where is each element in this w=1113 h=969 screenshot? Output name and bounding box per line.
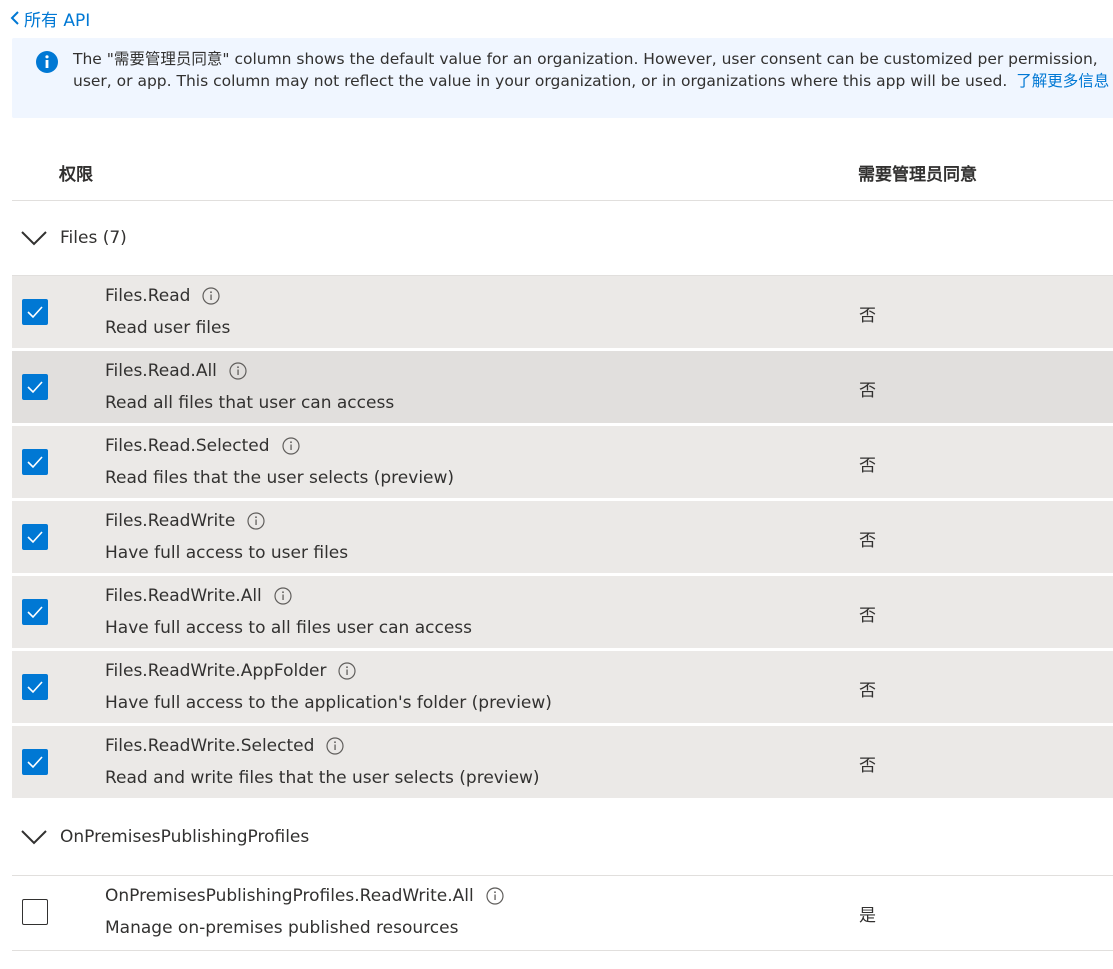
group-title: OnPremisesPublishingProfiles [60, 827, 310, 847]
row-separator [12, 648, 1113, 650]
chevron-left-icon [10, 10, 20, 26]
api-permissions-page: 所有 API The "需要管理员同意" column shows the de… [0, 0, 1113, 969]
permission-description: Have full access to the application's fo… [105, 693, 552, 713]
permission-name: Files.Read.Selected [105, 436, 270, 456]
permission-row-files-readwrite-appfolder[interactable]: Files.ReadWrite.AppFolder Have full acce… [12, 651, 1113, 723]
permission-description: Read files that the user selects (previe… [105, 468, 455, 488]
permission-row-files-readwrite[interactable]: Files.ReadWrite Have full access to user… [12, 501, 1113, 573]
group-header-onpremises[interactable]: OnPremisesPublishingProfiles [12, 800, 1113, 874]
info-circle-icon[interactable] [202, 287, 221, 305]
admin-consent-value: 否 [859, 456, 876, 476]
permission-row-files-read-selected[interactable]: Files.Read.Selected Read files that the … [12, 426, 1113, 498]
permission-checkbox[interactable] [22, 674, 48, 700]
admin-consent-value: 否 [859, 606, 876, 626]
info-circle-icon[interactable] [274, 587, 292, 605]
chevron-down-icon [21, 829, 47, 849]
permission-checkbox[interactable] [22, 449, 48, 475]
learn-more-link[interactable]: 了解更多信息 [1016, 72, 1109, 90]
permission-description: Read all files that user can access [105, 393, 395, 413]
admin-consent-value: 否 [859, 756, 876, 776]
row-separator [12, 423, 1113, 425]
back-to-all-apis-link[interactable]: 所有 API [10, 6, 91, 31]
info-icon [36, 51, 58, 73]
banner-message: The "需要管理员同意" column shows the default v… [73, 48, 1113, 92]
row-separator [12, 498, 1113, 500]
back-link-label: 所有 API [24, 10, 91, 31]
permission-name: Files.ReadWrite [105, 511, 236, 531]
permission-name: Files.Read.All [105, 361, 217, 381]
column-header-permission: 权限 [59, 165, 93, 185]
admin-consent-value: 否 [859, 381, 876, 401]
permission-checkbox[interactable] [22, 749, 48, 775]
group-header-files[interactable]: Files (7) [12, 201, 1113, 275]
permission-checkbox[interactable] [22, 899, 48, 925]
permission-name: Files.ReadWrite.Selected [105, 736, 315, 756]
column-header-admin-consent: 需要管理员同意 [858, 165, 977, 185]
permission-row-files-read-all[interactable]: Files.Read.All Read all files that user … [12, 351, 1113, 423]
info-circle-icon[interactable] [229, 362, 247, 380]
row-separator [12, 348, 1113, 350]
info-circle-icon[interactable] [281, 437, 300, 455]
permission-row-files-readwrite-all[interactable]: Files.ReadWrite.All Have full access to … [12, 576, 1113, 648]
info-circle-icon[interactable] [247, 512, 265, 530]
info-circle-icon[interactable] [486, 887, 504, 905]
permission-description: Read user files [105, 318, 231, 338]
permission-checkbox[interactable] [22, 374, 48, 400]
info-circle-icon[interactable] [338, 662, 357, 680]
permission-row-files-read[interactable]: Files.Read Read user files 否 [12, 276, 1113, 348]
permission-checkbox[interactable] [22, 599, 48, 625]
permission-name: Files.ReadWrite.All [105, 586, 262, 606]
info-circle-icon[interactable] [326, 737, 345, 755]
table-bottom-divider [12, 950, 1113, 951]
banner-line-1: The "需要管理员同意" column shows the default v… [73, 50, 1098, 68]
permission-name: Files.Read [105, 286, 191, 306]
admin-consent-value: 否 [859, 681, 876, 701]
info-banner: The "需要管理员同意" column shows the default v… [12, 38, 1113, 118]
admin-consent-value: 是 [859, 906, 876, 926]
group-title: Files (7) [60, 228, 127, 248]
permission-description: Have full access to user files [105, 543, 349, 563]
admin-consent-value: 否 [859, 306, 876, 326]
permission-description: Have full access to all files user can a… [105, 618, 473, 638]
row-separator [12, 723, 1113, 725]
permission-description: Manage on-premises published resources [105, 918, 459, 938]
row-separator [12, 573, 1113, 575]
permission-checkbox[interactable] [22, 524, 48, 550]
permission-row-files-readwrite-selected[interactable]: Files.ReadWrite.Selected Read and write … [12, 726, 1113, 798]
admin-consent-value: 否 [859, 531, 876, 551]
permission-checkbox[interactable] [22, 299, 48, 325]
banner-line-2: user, or app. This column may not reflec… [73, 72, 1008, 90]
permission-name: OnPremisesPublishingProfiles.ReadWrite.A… [105, 886, 474, 906]
permission-row-onpremises-readwrite-all[interactable]: OnPremisesPublishingProfiles.ReadWrite.A… [12, 876, 1113, 948]
permission-description: Read and write files that the user selec… [105, 768, 540, 788]
chevron-down-icon [21, 230, 47, 250]
permission-name: Files.ReadWrite.AppFolder [105, 661, 327, 681]
